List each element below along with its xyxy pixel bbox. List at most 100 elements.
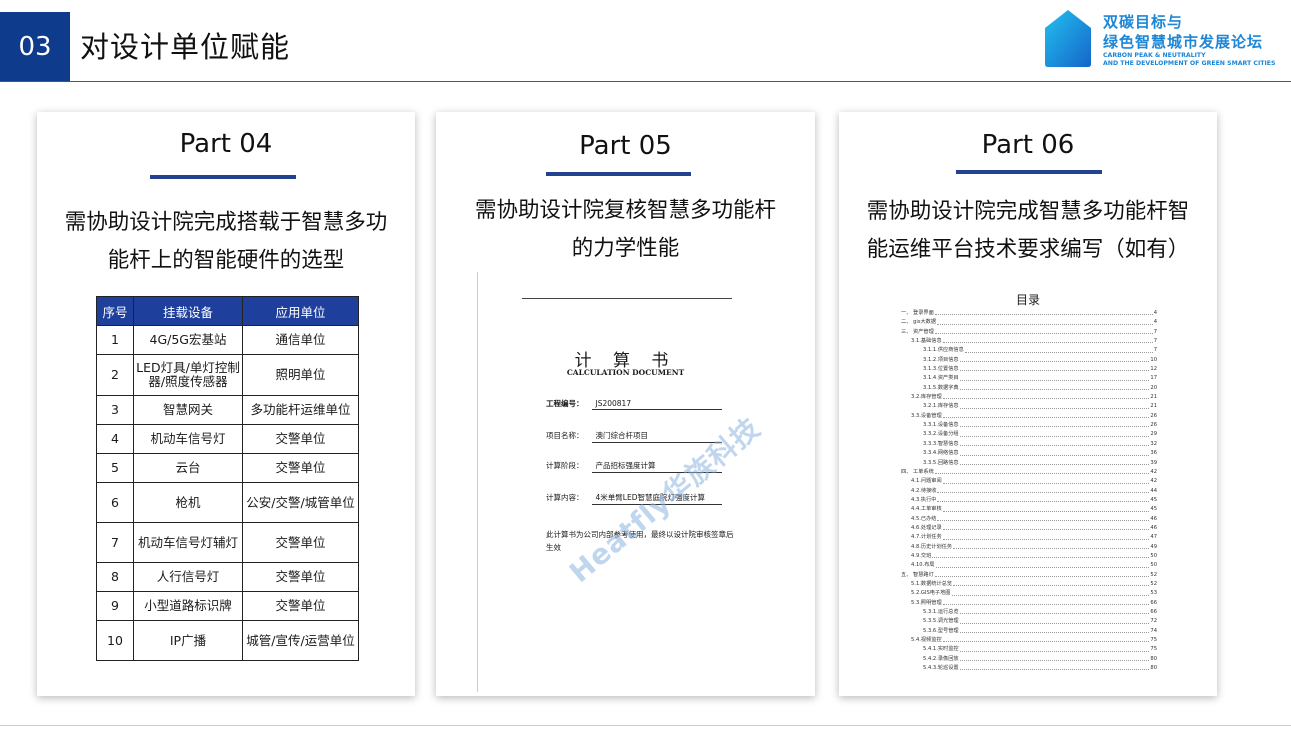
toc-leader-dots	[959, 645, 1150, 652]
toc-entry-title: 5.2.GIS电子地图	[911, 590, 951, 597]
table-cell: 机动车信号灯辅灯	[133, 522, 243, 563]
table-cell: 2	[96, 354, 134, 396]
description-line: 能杆上的智能硬件的选型	[107, 248, 345, 273]
card-part-06: Part 06 需协助设计院完成智慧多功能杆智 能运维平台技术要求编写（如有） …	[839, 112, 1217, 696]
toc-entry: 5.4.2.录像回放 80	[901, 655, 1157, 664]
toc-entry-title: 一、 登录界面	[901, 310, 934, 316]
toc-leader-dots	[959, 365, 1150, 372]
toc-entry: 3.2.1.库存信息 21	[901, 402, 1157, 411]
toc-leader-dots	[942, 636, 1150, 643]
toc-entry-page: 29	[1150, 431, 1157, 438]
toc-leader-dots	[964, 346, 1153, 353]
toc-leader-dots	[934, 468, 1150, 475]
toc-entry: 5.4.3.轮巡设置 80	[901, 664, 1157, 673]
toc-entry-title: 3.3.4.网络信息	[923, 450, 959, 457]
toc-entry-page: 66	[1150, 599, 1157, 606]
table-cell: 6	[96, 482, 134, 523]
toc-leader-dots	[951, 589, 1150, 596]
document-field: 项目名称： 澳门综合杆项目	[546, 430, 722, 443]
toc-entry: 3.1.2.项目信息 10	[901, 356, 1157, 365]
table-cell: 9	[96, 591, 134, 621]
document-field: 工程编号： JS200817	[546, 398, 722, 410]
toc-entry-title: 4.8.历史计划任务	[911, 543, 953, 550]
toc-entry: 3.1.1.供应商信息 7	[901, 346, 1157, 355]
table-row: 3 智慧网关 多功能杆运维单位	[96, 395, 359, 425]
table-cell: 1	[96, 325, 134, 355]
field-label: 项目名称：	[546, 431, 584, 440]
toc-leader-dots	[959, 421, 1150, 428]
description-line: 能运维平台技术要求编写（如有）	[866, 237, 1190, 262]
card-description: 需协助设计院复核智慧多功能杆 的力学性能	[436, 192, 815, 268]
table-header: 挂载设备	[133, 296, 243, 326]
toc-entry: 3.3.设备管理 26	[901, 412, 1157, 421]
toc-entry-page: 46	[1150, 524, 1157, 531]
toc-entry: 3.2.库存管理 21	[901, 393, 1157, 402]
field-label: 工程编号：	[546, 399, 584, 408]
table-cell: 人行信号灯	[133, 562, 243, 592]
toc-entry-title: 5.3.照明管理	[911, 599, 942, 606]
toc-leader-dots	[959, 608, 1150, 615]
toc-leader-dots	[959, 459, 1150, 465]
table-row: 5 云台 交警单位	[96, 453, 359, 483]
toc-entry-page: 42	[1150, 468, 1157, 475]
table-cell: 智慧网关	[133, 395, 243, 425]
description-line: 需协助设计院完成智慧多功能杆智	[866, 199, 1190, 224]
toc-entry: 二、 gis大数据 4	[901, 318, 1157, 327]
table-cell: 4	[96, 424, 134, 454]
toc-entry: 三、 资产管理 7	[901, 328, 1157, 337]
toc-entry-page: 36	[1150, 450, 1157, 457]
table-row: 2 LED灯具/单灯控制器/照度传感器 照明单位	[96, 354, 359, 396]
toc-entry-title: 3.3.5.回路信息	[923, 459, 959, 466]
toc-leader-dots	[942, 599, 1150, 605]
toc-leader-dots	[959, 655, 1150, 662]
toc-entry: 4.1.问题审阅 42	[901, 477, 1157, 486]
toc-entry: 5.4.1.实时监控 75	[901, 645, 1157, 654]
table-cell: 8	[96, 562, 134, 592]
toc-entry-page: 50	[1150, 552, 1157, 559]
toc-entry-page: 75	[1150, 646, 1157, 653]
toc-entry: 4.4.工单审核 45	[901, 505, 1157, 514]
toc-entry: 3.3.5.回路信息 39	[901, 459, 1157, 468]
toc-entry-page: 75	[1150, 637, 1157, 644]
toc-leader-dots	[935, 561, 1150, 568]
table-cell: 多功能杆运维单位	[242, 395, 359, 425]
toc-entry-title: 4.9.交班	[911, 552, 932, 559]
toc-entry-page: 53	[1150, 590, 1157, 597]
toc-leader-dots	[959, 617, 1150, 624]
table-of-contents: 一、 登录界面 4 二、 gis大数据 4 三、 资产管理 7 3.1.基础信息 7 3.1.1…	[901, 309, 1157, 673]
document-margin-line	[477, 272, 478, 692]
card-part-05: Part 05 需协助设计院复核智慧多功能杆 的力学性能 计 算 书 CALCU…	[436, 112, 815, 696]
table-cell: 交警单位	[242, 591, 359, 621]
logo-english-line1: CARBON PEAK & NEUTRALITY	[1103, 52, 1206, 59]
toc-entry-page: 74	[1150, 627, 1157, 634]
table-cell: 机动车信号灯	[133, 424, 243, 454]
toc-entry-page: 7	[1153, 338, 1157, 345]
toc-entry-page: 32	[1150, 440, 1157, 447]
table-row: 1 4G/5G宏基站 通信单位	[96, 325, 359, 355]
toc-entry-page: 21	[1150, 403, 1157, 410]
toc-entry-title: 3.1.2.项目信息	[923, 356, 959, 363]
page-title: 对设计单位赋能	[80, 30, 291, 64]
toc-entry-title: 4.10.布局	[911, 562, 935, 569]
toc-entry: 四、 工单系统 42	[901, 468, 1157, 477]
toc-leader-dots	[942, 524, 1150, 531]
part-heading: Part 05	[579, 131, 672, 161]
toc-entry-page: 66	[1150, 609, 1157, 615]
description-line: 的力学性能	[571, 236, 680, 261]
toc-entry: 4.2.待接收 44	[901, 487, 1157, 496]
field-value: JS200817	[591, 399, 722, 410]
toc-entry-title: 3.2.库存管理	[911, 394, 942, 401]
toc-entry: 3.3.1.设备信息 26	[901, 421, 1157, 430]
toc-entry-title: 5.3.5.调光管理	[923, 618, 959, 625]
toc-entry-page: 26	[1150, 412, 1157, 419]
table-cell: 城管/宣传/运营单位	[242, 620, 359, 661]
toc-entry: 3.1.3.位置信息 12	[901, 365, 1157, 374]
toc-entry-title: 四、 工单系统	[901, 468, 934, 475]
heading-underline	[956, 170, 1102, 174]
toc-leader-dots	[942, 393, 1150, 400]
toc-entry-title: 3.1.1.供应商信息	[923, 347, 964, 354]
header-divider	[0, 81, 1291, 82]
toc-entry: 4.8.历史计划任务 49	[901, 543, 1157, 552]
toc-entry-title: 5.4.视频监控	[911, 637, 942, 644]
part-heading: Part 04	[179, 129, 273, 159]
